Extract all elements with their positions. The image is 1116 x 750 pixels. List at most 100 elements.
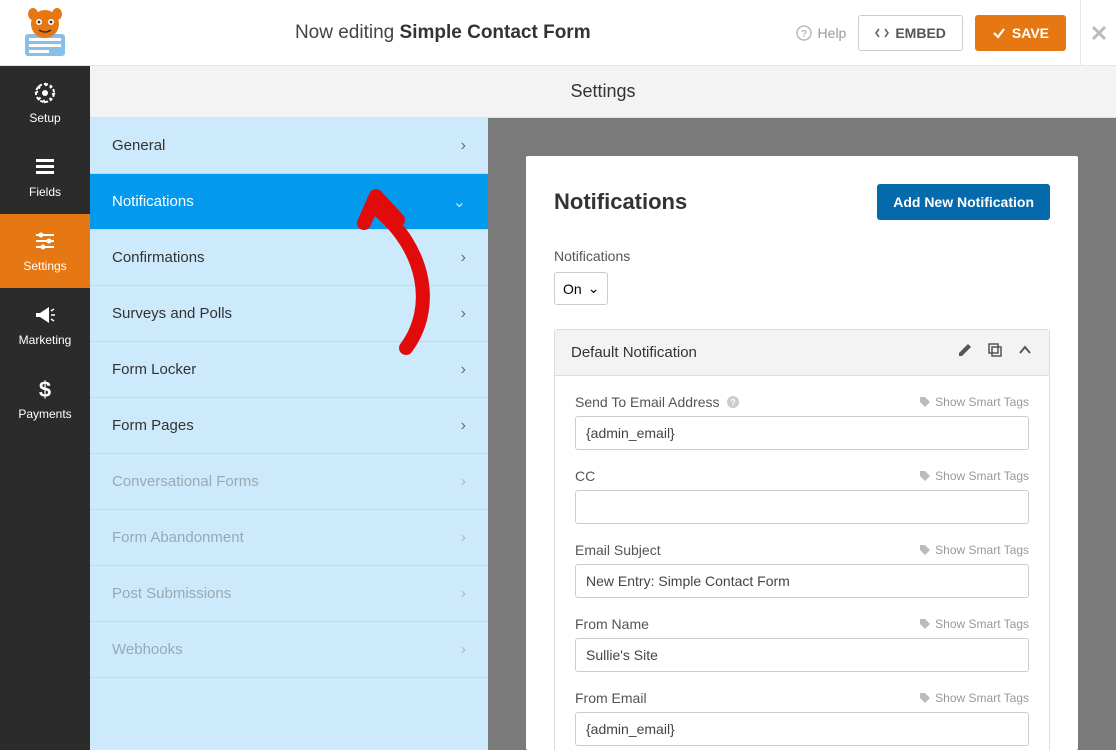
- nav-item-settings[interactable]: Settings: [0, 214, 90, 288]
- check-icon: [992, 26, 1006, 40]
- show-smart-tags-link[interactable]: Show Smart Tags: [919, 543, 1029, 557]
- notification-actions: [957, 342, 1033, 363]
- nav-label: Marketing: [19, 333, 72, 347]
- app-logo: [0, 0, 90, 66]
- show-smart-tags-link[interactable]: Show Smart Tags: [919, 617, 1029, 631]
- save-button[interactable]: SAVE: [975, 15, 1066, 51]
- tag-icon: [919, 618, 931, 630]
- chevron-right-icon: ›: [461, 305, 466, 323]
- svg-text:?: ?: [730, 398, 736, 408]
- tag-icon: [919, 396, 931, 408]
- show-smart-tags-link[interactable]: Show Smart Tags: [919, 395, 1029, 409]
- chevron-right-icon: ›: [461, 361, 466, 379]
- embed-button[interactable]: EMBED: [858, 15, 963, 51]
- help-label: Help: [818, 25, 847, 41]
- sub-item-notifications[interactable]: Notifications ⌄: [90, 174, 488, 230]
- nav-item-fields[interactable]: Fields: [0, 140, 90, 214]
- embed-label: EMBED: [895, 25, 946, 41]
- help-circle-icon[interactable]: ?: [726, 395, 740, 409]
- add-notification-button[interactable]: Add New Notification: [877, 184, 1050, 220]
- close-button[interactable]: [1080, 0, 1116, 66]
- gear-icon: [33, 81, 57, 105]
- sub-item-formlocker[interactable]: Form Locker ›: [90, 342, 488, 398]
- wpforms-logo-icon: [15, 8, 75, 58]
- sub-item-confirmations[interactable]: Confirmations ›: [90, 230, 488, 286]
- nav-item-setup[interactable]: Setup: [0, 66, 90, 140]
- sub-item-formpages[interactable]: Form Pages ›: [90, 398, 488, 454]
- cc-input[interactable]: [575, 490, 1029, 524]
- chevron-right-icon: ›: [461, 641, 466, 659]
- chevron-right-icon: ›: [461, 473, 466, 491]
- nav-label: Payments: [18, 407, 71, 421]
- show-smart-tags-link[interactable]: Show Smart Tags: [919, 469, 1029, 483]
- notifications-toggle-block: Notifications On ⌄: [554, 248, 1050, 305]
- field-from-email: From Email Show Smart Tags: [575, 690, 1029, 746]
- settings-sidebar: General › Notifications ⌄ Confirmations …: [90, 118, 488, 750]
- editing-prefix: Now editing: [295, 22, 400, 43]
- notification-name: Default Notification: [571, 344, 697, 361]
- nav-label: Fields: [29, 185, 61, 199]
- chevron-right-icon: ›: [461, 585, 466, 603]
- save-label: SAVE: [1012, 25, 1049, 41]
- content-area: Notifications Add New Notification Notif…: [488, 118, 1116, 750]
- subject-input[interactable]: [575, 564, 1029, 598]
- sub-item-postsubmissions[interactable]: Post Submissions ›: [90, 566, 488, 622]
- sub-item-surveys[interactable]: Surveys and Polls ›: [90, 286, 488, 342]
- dollar-icon: $: [33, 377, 57, 401]
- chevron-right-icon: ›: [461, 529, 466, 547]
- nav-label: Settings: [23, 259, 66, 273]
- field-label: Email Subject: [575, 542, 661, 558]
- field-label: From Name: [575, 616, 649, 632]
- field-subject: Email Subject Show Smart Tags: [575, 542, 1029, 598]
- toggle-value: On: [563, 281, 582, 297]
- from-name-input[interactable]: [575, 638, 1029, 672]
- chevron-down-icon: ⌄: [453, 192, 466, 212]
- close-icon: [1090, 24, 1108, 42]
- send-to-input[interactable]: [575, 416, 1029, 450]
- left-nav: Setup Fields Settings Marketing $ Paymen…: [0, 66, 90, 750]
- sub-item-general[interactable]: General ›: [90, 118, 488, 174]
- sub-item-label: Form Pages: [112, 417, 194, 434]
- svg-text:?: ?: [800, 29, 806, 40]
- tag-icon: [919, 544, 931, 556]
- sub-item-abandonment[interactable]: Form Abandonment ›: [90, 510, 488, 566]
- editing-title: Now editing Simple Contact Form: [90, 22, 796, 44]
- section-title: Settings: [570, 81, 635, 102]
- field-label: CC: [575, 468, 595, 484]
- nav-label: Setup: [29, 111, 60, 125]
- nav-item-payments[interactable]: $ Payments: [0, 362, 90, 436]
- sub-item-label: Webhooks: [112, 641, 183, 658]
- notification-body: Send To Email Address ? Show Smart Tags …: [555, 376, 1049, 750]
- chevron-right-icon: ›: [461, 417, 466, 435]
- show-smart-tags-link[interactable]: Show Smart Tags: [919, 691, 1029, 705]
- sub-item-label: Post Submissions: [112, 585, 231, 602]
- code-icon: [875, 26, 889, 40]
- duplicate-icon[interactable]: [987, 342, 1003, 363]
- field-label: Send To Email Address ?: [575, 394, 740, 410]
- chevron-down-icon: ⌄: [588, 280, 600, 297]
- topbar: Now editing Simple Contact Form ? Help E…: [0, 0, 1116, 66]
- sub-item-label: General: [112, 137, 165, 154]
- sub-item-conversational[interactable]: Conversational Forms ›: [90, 454, 488, 510]
- list-icon: [33, 155, 57, 179]
- form-name: Simple Contact Form: [400, 22, 591, 43]
- from-email-input[interactable]: [575, 712, 1029, 746]
- bullhorn-icon: [33, 303, 57, 327]
- sub-item-label: Form Locker: [112, 361, 196, 378]
- sub-item-label: Confirmations: [112, 249, 205, 266]
- chevron-right-icon: ›: [461, 249, 466, 267]
- section-header: Settings: [90, 66, 1116, 118]
- panel-header: Notifications Add New Notification: [554, 184, 1050, 220]
- chevron-right-icon: ›: [461, 137, 466, 155]
- collapse-icon[interactable]: [1017, 342, 1033, 363]
- nav-item-marketing[interactable]: Marketing: [0, 288, 90, 362]
- field-send-to: Send To Email Address ? Show Smart Tags: [575, 394, 1029, 450]
- notifications-toggle-select[interactable]: On ⌄: [554, 272, 608, 305]
- tag-icon: [919, 470, 931, 482]
- sub-item-label: Notifications: [112, 193, 194, 210]
- notification-box: Default Notification: [554, 329, 1050, 750]
- toggle-label: Notifications: [554, 248, 1050, 264]
- help-link[interactable]: ? Help: [796, 25, 847, 41]
- sub-item-webhooks[interactable]: Webhooks ›: [90, 622, 488, 678]
- edit-icon[interactable]: [957, 342, 973, 363]
